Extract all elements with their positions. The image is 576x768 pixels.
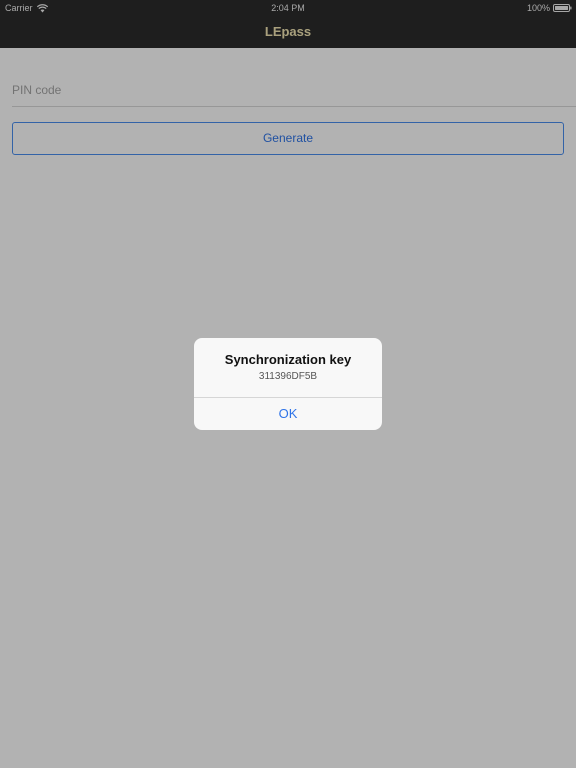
alert-dialog: Synchronization key 311396DF5B OK <box>194 338 382 430</box>
ok-button[interactable]: OK <box>194 398 382 430</box>
alert-title: Synchronization key <box>224 352 352 367</box>
alert-message: 311396DF5B <box>258 371 318 382</box>
